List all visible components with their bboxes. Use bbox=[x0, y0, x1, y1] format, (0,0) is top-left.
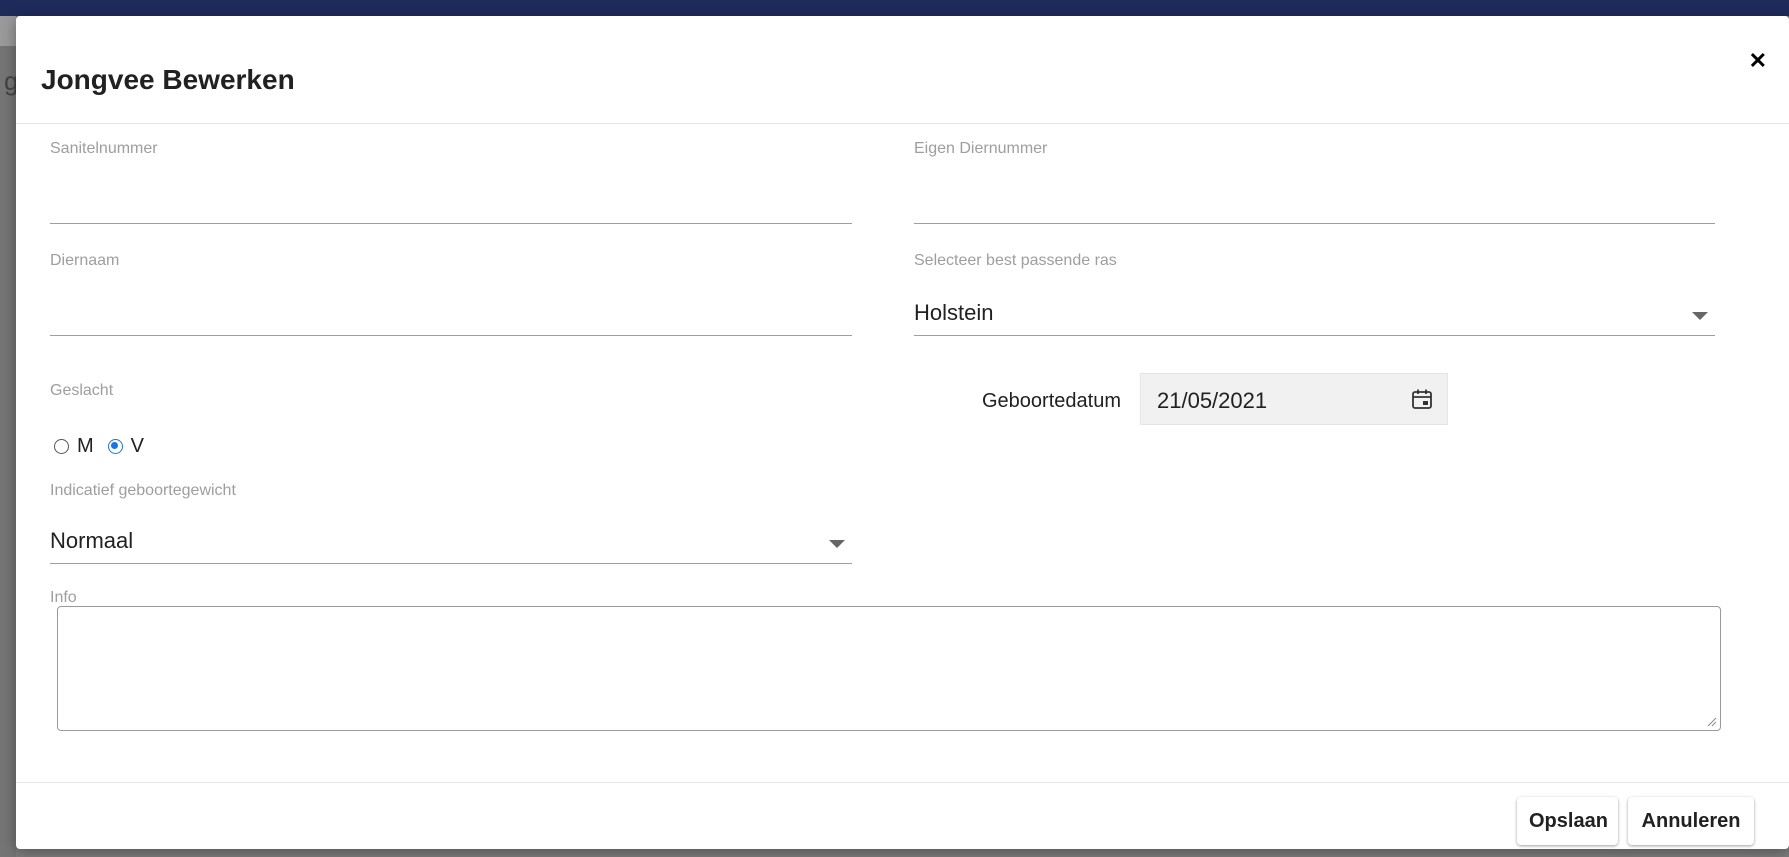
app-top-bar bbox=[0, 0, 1789, 16]
ras-select[interactable]: Holstein bbox=[914, 296, 1715, 336]
eigen-diernummer-label: Eigen Diernummer bbox=[914, 140, 1048, 157]
eigen-diernummer-input[interactable] bbox=[914, 184, 1715, 224]
radio-m-label: M bbox=[77, 434, 94, 457]
calendar-icon[interactable] bbox=[1411, 388, 1433, 410]
radio-m[interactable] bbox=[54, 438, 69, 454]
radio-v-label: V bbox=[130, 434, 145, 457]
ras-label: Selecteer best passende ras bbox=[914, 252, 1117, 269]
chevron-down-icon bbox=[1692, 312, 1708, 320]
geboortedatum-input[interactable]: 21/05/2021 bbox=[1140, 373, 1448, 425]
geboortedatum-value: 21/05/2021 bbox=[1157, 388, 1268, 413]
diernaam-label: Diernaam bbox=[50, 252, 120, 269]
geboortedatum-label: Geboortedatum bbox=[982, 390, 1121, 412]
chevron-down-icon bbox=[829, 540, 845, 548]
background-page: g bbox=[0, 16, 18, 857]
diernaam-input[interactable] bbox=[50, 296, 852, 336]
background-header-strip bbox=[0, 16, 16, 46]
radio-v[interactable] bbox=[107, 438, 123, 454]
ras-select-value: Holstein bbox=[914, 300, 994, 325]
dialog-header: Jongvee Bewerken ✕ bbox=[16, 16, 1789, 124]
info-label: Info bbox=[50, 589, 77, 606]
geboortegewicht-label: Indicatief geboortegewicht bbox=[50, 482, 236, 499]
cancel-button[interactable]: Annuleren bbox=[1628, 797, 1754, 845]
geslacht-radio-group: M V bbox=[54, 434, 158, 458]
close-icon[interactable]: ✕ bbox=[1749, 50, 1767, 72]
geboortegewicht-select-value: Normaal bbox=[50, 528, 134, 553]
dialog-footer: Opslaan Annuleren bbox=[16, 782, 1789, 849]
sanitelnummer-label: Sanitelnummer bbox=[50, 140, 158, 157]
geslacht-label: Geslacht bbox=[50, 382, 114, 399]
geboortegewicht-select[interactable]: Normaal bbox=[50, 524, 852, 564]
dialog-title: Jongvee Bewerken bbox=[41, 64, 295, 95]
sanitelnummer-input[interactable] bbox=[50, 184, 852, 224]
save-button[interactable]: Opslaan bbox=[1517, 797, 1618, 845]
info-textarea[interactable] bbox=[57, 606, 1721, 731]
edit-dialog: Jongvee Bewerken ✕ Sanitelnummer Eigen D… bbox=[16, 16, 1789, 849]
resize-handle-icon[interactable] bbox=[1707, 717, 1717, 727]
